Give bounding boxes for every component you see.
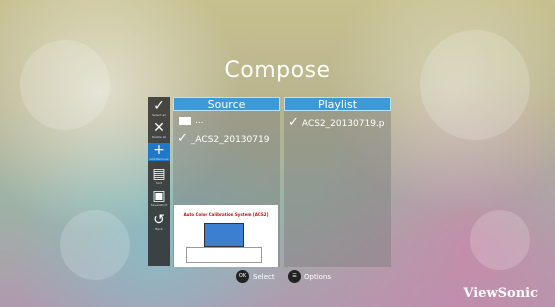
close-icon: ✕ [153, 120, 165, 136]
sort-button[interactable]: ▤ Sort [148, 167, 170, 185]
page-title: Compose [224, 58, 331, 83]
playlist-panel: Playlist ✓ ACS2_20130719.p [284, 97, 391, 267]
save-abort-label: Save/Abort [150, 203, 168, 207]
options-button-icon: ☰ [288, 270, 301, 283]
check-icon: ✓ [153, 98, 165, 114]
brand-logo: ViewSonic [463, 286, 538, 301]
delete-all-label: Delete all [151, 135, 167, 139]
check-icon: ✓ [288, 115, 299, 130]
select-all-button[interactable]: ✓ Select all [148, 99, 170, 117]
ok-hint-label: Select [253, 273, 275, 281]
playlist-file-item[interactable]: ✓ ACS2_20130719.p [288, 115, 395, 130]
source-parent-item[interactable]: ... [173, 116, 280, 126]
back-label: Back [155, 227, 163, 231]
compose-screen: Compose ✓ Select all ✕ Delete all + Add/… [0, 0, 555, 307]
source-parent-label: ... [195, 116, 204, 126]
source-file-label: _ACS2_20130719 [190, 135, 270, 145]
source-title: Source [173, 97, 280, 111]
source-file-item[interactable]: ✓ _ACS2_20130719 [177, 131, 284, 146]
back-icon: ↺ [153, 212, 165, 228]
background-bokeh [420, 30, 530, 140]
background-bokeh [20, 40, 110, 130]
background-bokeh [470, 210, 530, 270]
check-icon: ✓ [177, 131, 188, 146]
add-remove-button[interactable]: + Add/Remove [148, 143, 170, 161]
delete-all-button[interactable]: ✕ Delete all [148, 121, 170, 139]
thumbnail-screen [204, 223, 244, 247]
sort-icon: ▤ [152, 166, 166, 182]
source-thumbnail: Auto Color Calibration System [ACS2] [174, 205, 278, 267]
thumbnail-title: Auto Color Calibration System [ACS2] [183, 212, 269, 217]
add-remove-label: Add/Remove [149, 157, 169, 161]
sort-label: Sort [155, 181, 163, 185]
folder-icon [179, 116, 191, 125]
playlist-title: Playlist [284, 97, 391, 111]
thumbnail-diagram [186, 247, 262, 263]
playlist-file-label: ACS2_20130719.p [301, 119, 385, 129]
save-abort-button[interactable]: ▣ Save/Abort [148, 189, 170, 207]
plus-icon: + [153, 142, 165, 158]
toolbar: ✓ Select all ✕ Delete all + Add/Remove ▤… [148, 97, 170, 266]
options-hint-label: Options [304, 273, 332, 281]
back-button[interactable]: ↺ Back [148, 213, 170, 231]
save-icon: ▣ [152, 188, 166, 204]
background-bokeh [60, 210, 130, 280]
ok-button-icon: OK [236, 270, 249, 283]
select-all-label: Select all [152, 113, 166, 117]
